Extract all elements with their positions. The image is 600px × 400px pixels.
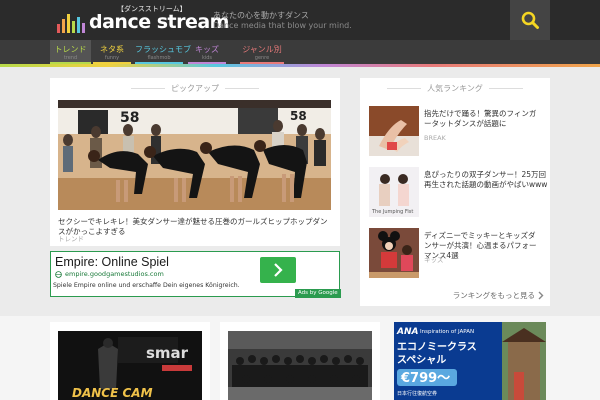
globe-icon [55, 270, 62, 278]
ranking-thumbnail[interactable] [369, 228, 419, 278]
ad-title[interactable]: Empire: Online Spiel [55, 255, 169, 269]
article-card[interactable]: smar DANCE CAM [50, 322, 210, 400]
ranking-section-title: 人気ランキング [360, 78, 550, 100]
featured-panel: ピックアップ 58 58 セクシーでキレキレ！美女ダンサー達が魅せる圧巻のガール… [50, 78, 340, 246]
ranking-item-title[interactable]: 息ぴったりの双子ダンサー！25万回再生された話題の動画がやばいwww [424, 170, 549, 190]
search-icon [521, 11, 539, 29]
featured-video-category[interactable]: トレンド [58, 233, 84, 243]
ad-url[interactable]: empire.goodgamestudios.com [55, 270, 164, 278]
category-nav: トレンド trend ネタ系 funny フラッシュモブ flashmob キッ… [0, 40, 600, 64]
site-tagline: あなたの心を動かすダンス Dance media that blow your … [213, 11, 352, 31]
nav-item-label: トレンド [54, 45, 87, 54]
nav-item-kids[interactable]: キッズ kids [188, 40, 226, 64]
site-header: 【ダンスストリーム】 dance stream あなたの心を動かすダンス Dan… [0, 0, 600, 40]
ad-description: Spiele Empire online und erschaffe Dein … [53, 282, 240, 289]
tagline-english: Dance media that blow your mind. [213, 21, 352, 30]
nav-item-sublabel: kids [201, 55, 213, 61]
chevron-right-icon [538, 291, 544, 300]
ana-line-1: エコノミークラス [397, 341, 477, 353]
nav-item-label: キッズ [195, 45, 219, 54]
ana-banner-ad[interactable]: ANA Inspiration of JAPAN エコノミークラス スペシャル … [394, 322, 546, 400]
chevron-right-icon [274, 263, 283, 277]
nav-item-label: ネタ系 [100, 45, 124, 54]
nav-item-funny[interactable]: ネタ系 funny [93, 40, 131, 64]
ranking-panel: 人気ランキング 指先だけで踊る！驚異のフィンガータットダンスが話題に BREAK… [360, 78, 550, 306]
logo-japanese-subtitle: 【ダンスストリーム】 [117, 5, 187, 13]
article-card[interactable] [220, 322, 380, 400]
ranking-thumbnail[interactable]: The Jumping Fist [369, 167, 419, 217]
ranking-item[interactable]: 指先だけで踊る！驚異のフィンガータットダンスが話題に BREAK [369, 106, 541, 156]
nav-item-sublabel: flashmob [147, 55, 171, 61]
ranking-item[interactable]: The Jumping Fist 息ぴったりの双子ダンサー！25万回再生された話… [369, 167, 547, 217]
ana-footnote: 日本行往復航空券 [397, 390, 437, 397]
studio-number-sign: 58 [120, 110, 139, 126]
ranking-thumbnail[interactable] [369, 106, 419, 156]
ana-logo-text: ANA [396, 327, 418, 337]
dance-cam-image: smar DANCE CAM [58, 331, 202, 400]
ranking-item-category[interactable]: キッズ [424, 254, 444, 264]
twin-dancers-image: The Jumping Fist [369, 167, 419, 217]
ana-price: €799～ [400, 371, 450, 386]
article-card-thumbnail[interactable]: smar DANCE CAM [58, 331, 202, 400]
ad-url-text: empire.goodgamestudios.com [65, 270, 164, 278]
ana-banner-image: ANA Inspiration of JAPAN エコノミークラス スペシャル … [394, 322, 546, 400]
ranking-item-category[interactable]: BREAK [424, 134, 446, 142]
featured-video-thumbnail[interactable]: 58 58 [58, 100, 331, 210]
dance-studio-image: 58 58 [58, 100, 331, 210]
nav-item-sublabel: trend [63, 55, 78, 61]
tagline-japanese: あなたの心を動かすダンス [213, 11, 309, 20]
google-ad-unit[interactable]: Empire: Online Spiel empire.goodgamestud… [50, 251, 341, 298]
nav-item-flashmob[interactable]: フラッシュモブ flashmob [135, 40, 191, 64]
studio-number-sign: 58 [290, 109, 307, 123]
finger-dance-image [369, 106, 419, 156]
group-photo-image [228, 331, 372, 400]
venue-sign-text: smar [146, 344, 189, 362]
ana-headline: Inspiration of JAPAN [420, 329, 474, 335]
site-logo[interactable]: 【ダンスストリーム】 dance stream [57, 5, 229, 33]
nav-item-label: フラッシュモブ [135, 45, 191, 54]
thumbnail-caption: The Jumping Fist [371, 209, 413, 215]
nav-item-genre[interactable]: ジャンル別 genre [240, 40, 284, 64]
dance-cam-overlay: DANCE CAM [72, 386, 153, 400]
ana-line-2: スペシャル [397, 354, 446, 366]
article-card-thumbnail[interactable] [228, 331, 372, 400]
ad-open-button[interactable] [260, 257, 296, 283]
search-button[interactable] [510, 0, 550, 40]
rainbow-divider [0, 64, 600, 67]
featured-video-title[interactable]: セクシーでキレキレ！美女ダンサー達が魅せる圧巻のガールズヒップホップダンスがかっ… [58, 217, 333, 237]
ads-by-google-badge[interactable]: Ads by Google [295, 289, 341, 298]
nav-item-label: ジャンル別 [242, 45, 282, 54]
logo-equalizer-icon [57, 13, 85, 33]
logo-wordmark: dance stream [89, 11, 229, 33]
ranking-item-title[interactable]: 指先だけで踊る！驚異のフィンガータットダンスが話題に [424, 109, 542, 129]
google-wordmark: Google [318, 290, 338, 296]
featured-section-title: ピックアップ [50, 78, 340, 100]
nav-item-sublabel: genre [254, 55, 270, 61]
nav-item-trend[interactable]: トレンド trend [50, 40, 91, 64]
ranking-item[interactable]: ディズニーでミッキーとキッズダンサーが共演！心温まるパフォーマンス4選 キッズ [369, 228, 541, 278]
ranking-more-link[interactable]: ランキングをもっと見る [453, 290, 544, 301]
nav-item-sublabel: funny [104, 55, 120, 61]
mickey-kids-image [369, 228, 419, 278]
